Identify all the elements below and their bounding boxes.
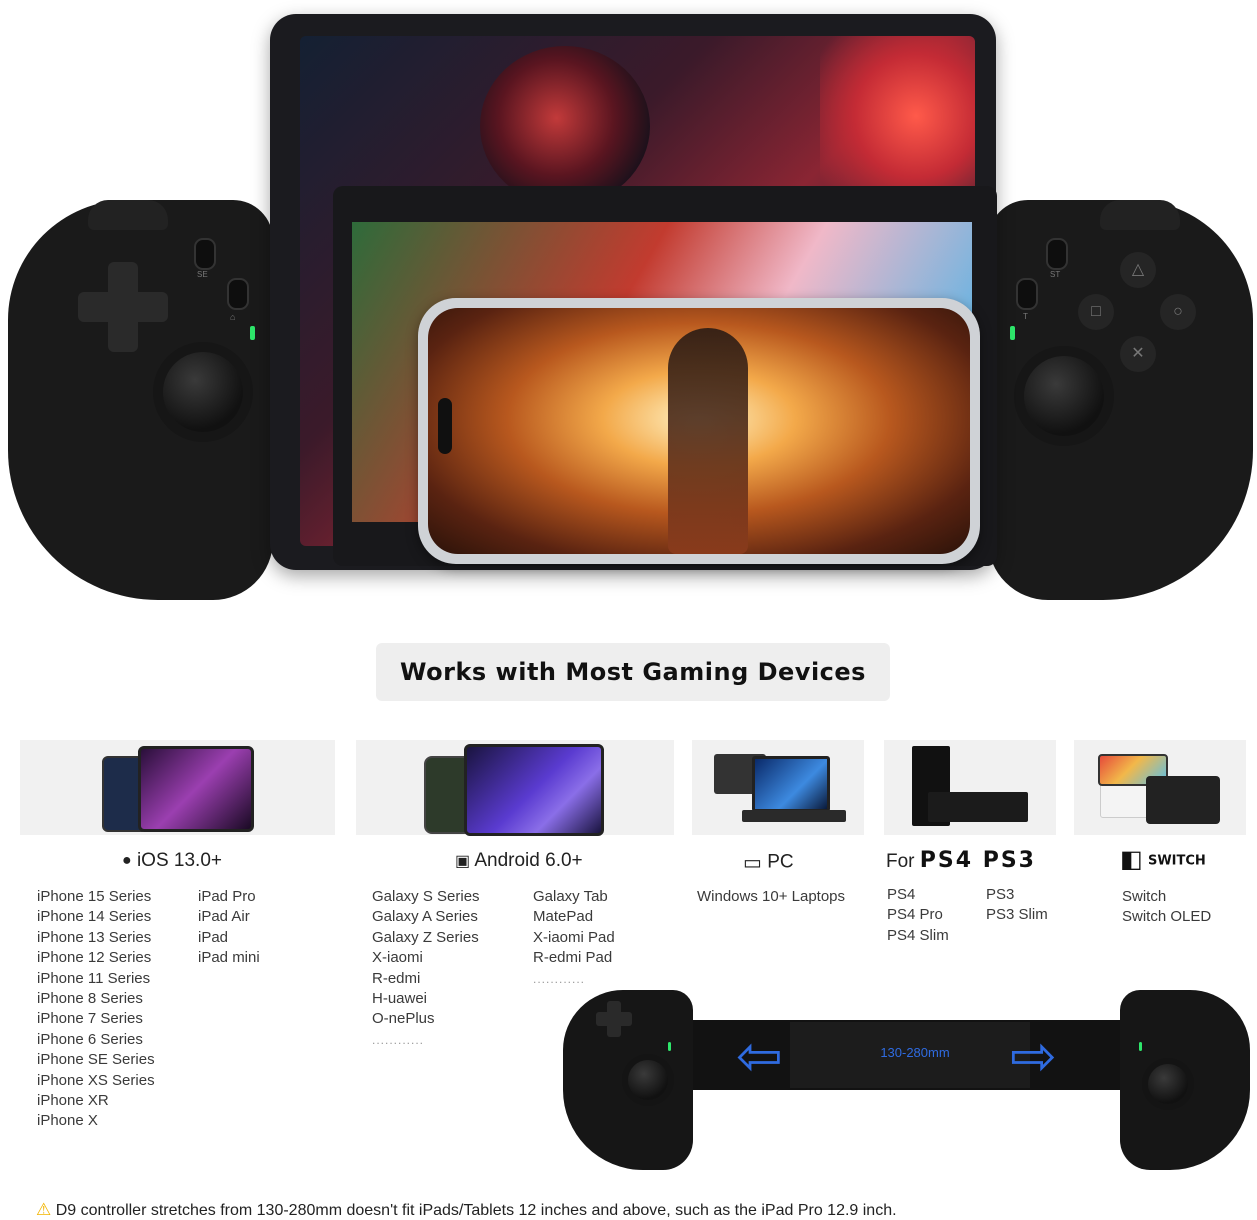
right-bumper (1100, 200, 1180, 230)
phone-screen (428, 308, 970, 554)
list-item: iPhone 8 Series (37, 990, 143, 1008)
ios-title: ● iOS 13.0+ (122, 850, 222, 872)
list-item: PS3 (986, 886, 1015, 903)
android-phone-list: Galaxy S Series Galaxy A Series Galaxy Z… (372, 887, 480, 1050)
list-item: R-edmi Pad (533, 949, 613, 967)
list-item: iPhone 11 Series (37, 969, 151, 987)
stretch-led-left (668, 1042, 671, 1051)
list-item: iPad (198, 928, 229, 946)
list-item: iPhone 7 Series (37, 1010, 143, 1028)
warning-icon: ⚠ (36, 1200, 52, 1219)
left-bumper (88, 200, 168, 230)
list-item: iPhone X (37, 1112, 98, 1130)
hero-product-image: SE ⌂ △ □ ○ ✕ ST T (0, 0, 1257, 620)
turbo-button-label: T (1023, 312, 1028, 321)
list-item: O-nePlus (372, 1010, 435, 1028)
list-item: iPhone XS Series (37, 1071, 155, 1089)
android-title: ▣ Android 6.0+ (455, 850, 583, 872)
pc-icon: ▭ (743, 852, 762, 874)
ios-devices-image (20, 740, 335, 835)
status-led-left (250, 326, 255, 340)
list-item: iPhone 14 Series (37, 908, 152, 926)
list-item: X-iaomi Pad (533, 928, 615, 946)
list-item: iPhone 12 Series (37, 949, 152, 967)
list-item: Galaxy Tab (533, 888, 608, 905)
switch-title: ◧ SWITCH (1120, 845, 1206, 874)
nintendo-switch-icon: ◧ (1120, 846, 1143, 873)
left-thumbstick (163, 352, 243, 432)
list-item: iPad Air (198, 908, 250, 926)
start-button (1046, 238, 1068, 270)
list-item: iPhone 15 Series (37, 888, 152, 905)
list-item: Galaxy S Series (372, 888, 480, 905)
list-item: iPhone SE Series (37, 1051, 155, 1069)
ios-ipad-list: iPad Pro iPad Air iPad iPad mini (198, 887, 260, 969)
ps4-list: PS4 PS4 Pro PS4 Slim (887, 885, 949, 946)
pc-laptops-image (692, 740, 864, 835)
list-item: PS4 (887, 886, 916, 903)
cross-button-icon: ✕ (1120, 336, 1156, 372)
stretch-led-right (1139, 1042, 1142, 1051)
arrow-left-icon: ⇦ (736, 1024, 783, 1087)
switch-list: Switch Switch OLED (1122, 887, 1211, 928)
phone-dynamic-island (438, 398, 452, 454)
list-item: Switch OLED (1122, 908, 1212, 926)
list-item: iPhone XR (37, 1092, 109, 1110)
stretch-right-thumbstick (1148, 1064, 1188, 1104)
list-item: iPhone 6 Series (37, 1030, 143, 1048)
list-item: MatePad (533, 908, 594, 926)
list-more: ............ (372, 1032, 425, 1047)
triangle-button-icon: △ (1120, 252, 1156, 288)
ps-title-prefix: For (886, 851, 915, 872)
circle-button-icon: ○ (1160, 294, 1196, 330)
pc-title: ▭ PC (743, 850, 794, 875)
list-item: Galaxy Z Series (372, 928, 479, 946)
ios-iphone-list: iPhone 15 Series iPhone 14 Series iPhone… (37, 887, 155, 1132)
stretch-range-label: 130-280mm (880, 1045, 950, 1060)
list-item: X-iaomi (372, 949, 423, 967)
section-heading: Works with Most Gaming Devices (376, 643, 890, 701)
ps3-list: PS3 PS3 Slim (986, 885, 1048, 926)
ios-title-text: iOS 13.0+ (136, 850, 222, 871)
ps-title: For PS4 PS3 (886, 848, 1036, 873)
list-item: PS4 Pro (887, 906, 943, 924)
list-item: PS3 Slim (986, 906, 1048, 924)
stretch-left-thumbstick (628, 1060, 668, 1100)
dpad-horizontal (78, 292, 168, 322)
list-item: iPad Pro (198, 888, 256, 905)
home-icon: ⌂ (230, 312, 236, 322)
pc-subtitle: Windows 10+ Laptops (697, 888, 846, 905)
arrow-right-icon: ⇨ (1010, 1024, 1057, 1087)
select-button-label: SE (197, 270, 208, 279)
list-item: R-edmi (372, 969, 421, 987)
android-tablet-list: Galaxy Tab MatePad X-iaomi Pad R-edmi Pa… (533, 887, 615, 989)
switch-title-text: SWITCH (1147, 853, 1206, 869)
switch-console-image (1074, 740, 1246, 835)
turbo-button (1016, 278, 1038, 310)
android-icon: ▣ (455, 852, 471, 870)
warning-text: D9 controller stretches from 130-280mm d… (55, 1202, 897, 1219)
ps-title-text: PS4 PS3 (919, 848, 1036, 873)
status-led-right (1010, 326, 1015, 340)
list-item: Galaxy A Series (372, 908, 478, 926)
list-item: iPhone 13 Series (37, 928, 152, 946)
list-item: H-uawei (372, 990, 428, 1008)
square-button-icon: □ (1078, 294, 1114, 330)
compatibility-warning: ⚠ D9 controller stretches from 130-280mm… (36, 1200, 897, 1220)
select-button (194, 238, 216, 270)
playstation-consoles-image (884, 740, 1056, 835)
home-button (227, 278, 249, 310)
stretch-dpad-vertical (607, 1001, 621, 1037)
pc-title-text: PC (767, 851, 794, 873)
list-item: PS4 Slim (887, 926, 949, 944)
android-devices-image (356, 740, 674, 836)
android-title-text: Android 6.0+ (474, 850, 583, 871)
right-thumbstick (1024, 356, 1104, 436)
apple-icon: ● (122, 851, 132, 869)
start-button-label: ST (1050, 270, 1061, 279)
list-item: Switch (1122, 888, 1167, 905)
list-item: iPad mini (198, 949, 260, 967)
